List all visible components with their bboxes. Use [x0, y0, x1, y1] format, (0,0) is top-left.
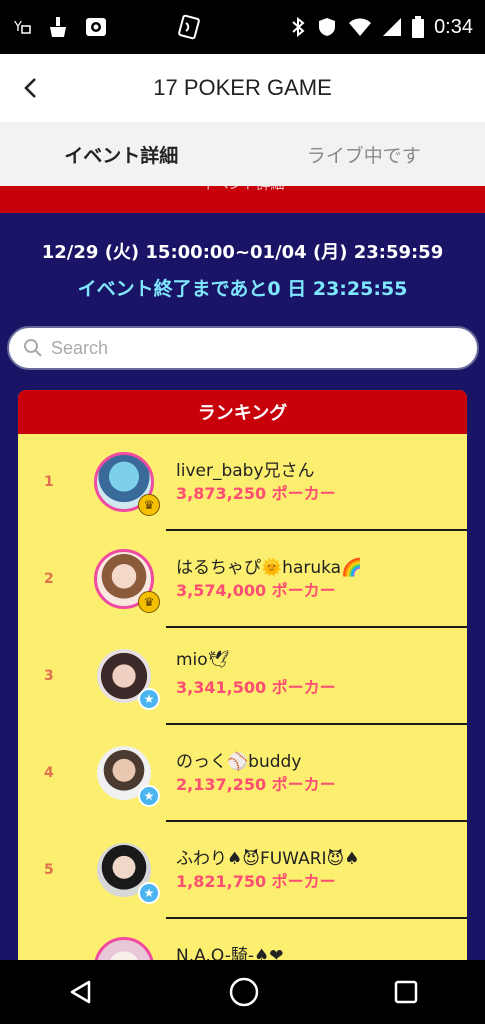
- ranking-row[interactable]: 5 ★ ふわり♠😈FUWARI😈♠ 1,821,750 ポーカー: [18, 822, 467, 919]
- system-nav-bar: [0, 960, 485, 1024]
- recents-square-icon[interactable]: [393, 979, 419, 1005]
- tab-event-details[interactable]: イベント詳細: [0, 122, 243, 186]
- user-name: はるちゃぴ🌞haruka🌈: [176, 558, 363, 578]
- star-badge-icon: ★: [138, 785, 160, 807]
- user-score: 3,873,250 ポーカー: [176, 484, 336, 503]
- rank-number: 1: [44, 474, 54, 490]
- star-badge-icon: ★: [138, 882, 160, 904]
- back-button[interactable]: [14, 72, 46, 104]
- search-icon: [24, 339, 42, 357]
- rank-number: 5: [44, 862, 54, 878]
- app-header: 17 POKER GAME: [0, 54, 485, 122]
- rank-number: 2: [44, 571, 54, 587]
- crown-badge-icon: ♛: [138, 591, 160, 613]
- clock: 0:34: [434, 15, 473, 38]
- alarm-shield-icon: [319, 18, 336, 36]
- rank-number: 4: [44, 765, 54, 781]
- user-name: のっく⚾buddy: [176, 752, 302, 772]
- status-right-icons: 0:34: [290, 16, 473, 39]
- ranking-row[interactable]: 3 ★ mio🕊 3,341,500 ポーカー: [18, 628, 467, 725]
- home-circle-icon[interactable]: [228, 976, 260, 1008]
- bluetooth-icon: [292, 16, 305, 38]
- user-name: ふわり♠😈FUWARI😈♠: [176, 849, 360, 869]
- nfc-icon: [178, 14, 200, 40]
- user-score: 3,574,000 ポーカー: [176, 581, 336, 600]
- user-name: liver_baby兄さん: [176, 461, 315, 481]
- battery-icon: [412, 16, 425, 38]
- cleaner-icon: [50, 17, 66, 37]
- wifi-icon: [349, 18, 372, 36]
- page-title: 17 POKER GAME: [153, 75, 332, 100]
- tab-bar: イベント詳細 ライブ中です: [0, 122, 485, 186]
- user-score: 3,341,500 ポーカー: [176, 678, 336, 697]
- status-bar: Y 0:34: [0, 0, 485, 54]
- ranking-panel: ランキング 1 ♛ liver_baby兄さん 3,873,250 ポーカー 2…: [18, 390, 467, 990]
- ranking-row[interactable]: 1 ♛ liver_baby兄さん 3,873,250 ポーカー: [18, 434, 467, 531]
- status-left-icons: Y: [12, 15, 108, 39]
- user-score: 2,137,250 ポーカー: [176, 775, 336, 794]
- event-period: 12/29 (火) 15:00:00~01/04 (月) 23:59:59: [41, 242, 444, 263]
- svg-text:Y: Y: [13, 20, 22, 35]
- section-banner: イベント詳細: [0, 186, 485, 213]
- cellular-signal-icon: [383, 18, 402, 36]
- back-triangle-icon[interactable]: [67, 978, 95, 1006]
- chevron-left-icon: [24, 78, 36, 98]
- voicemail-icon: Y: [13, 20, 31, 35]
- star-badge-icon: ★: [138, 688, 160, 710]
- ranking-row[interactable]: 2 ♛ はるちゃぴ🌞haruka🌈 3,574,000 ポーカー: [18, 531, 467, 628]
- rank-number: 3: [44, 668, 54, 684]
- camera-app-icon: [86, 18, 106, 36]
- user-name: mio🕊: [176, 650, 230, 670]
- section-banner-label: イベント詳細: [0, 186, 485, 194]
- event-countdown: イベント終了まであと0 日 23:25:55: [77, 278, 408, 300]
- user-score: 1,821,750 ポーカー: [176, 872, 336, 891]
- ranking-title: ランキング: [18, 390, 467, 434]
- ranking-row[interactable]: 4 ★ のっく⚾buddy 2,137,250 ポーカー: [18, 725, 467, 822]
- tab-live-now[interactable]: ライブ中です: [243, 122, 485, 186]
- search-bar[interactable]: [7, 326, 479, 370]
- search-input[interactable]: [51, 337, 451, 359]
- crown-badge-icon: ♛: [138, 494, 160, 516]
